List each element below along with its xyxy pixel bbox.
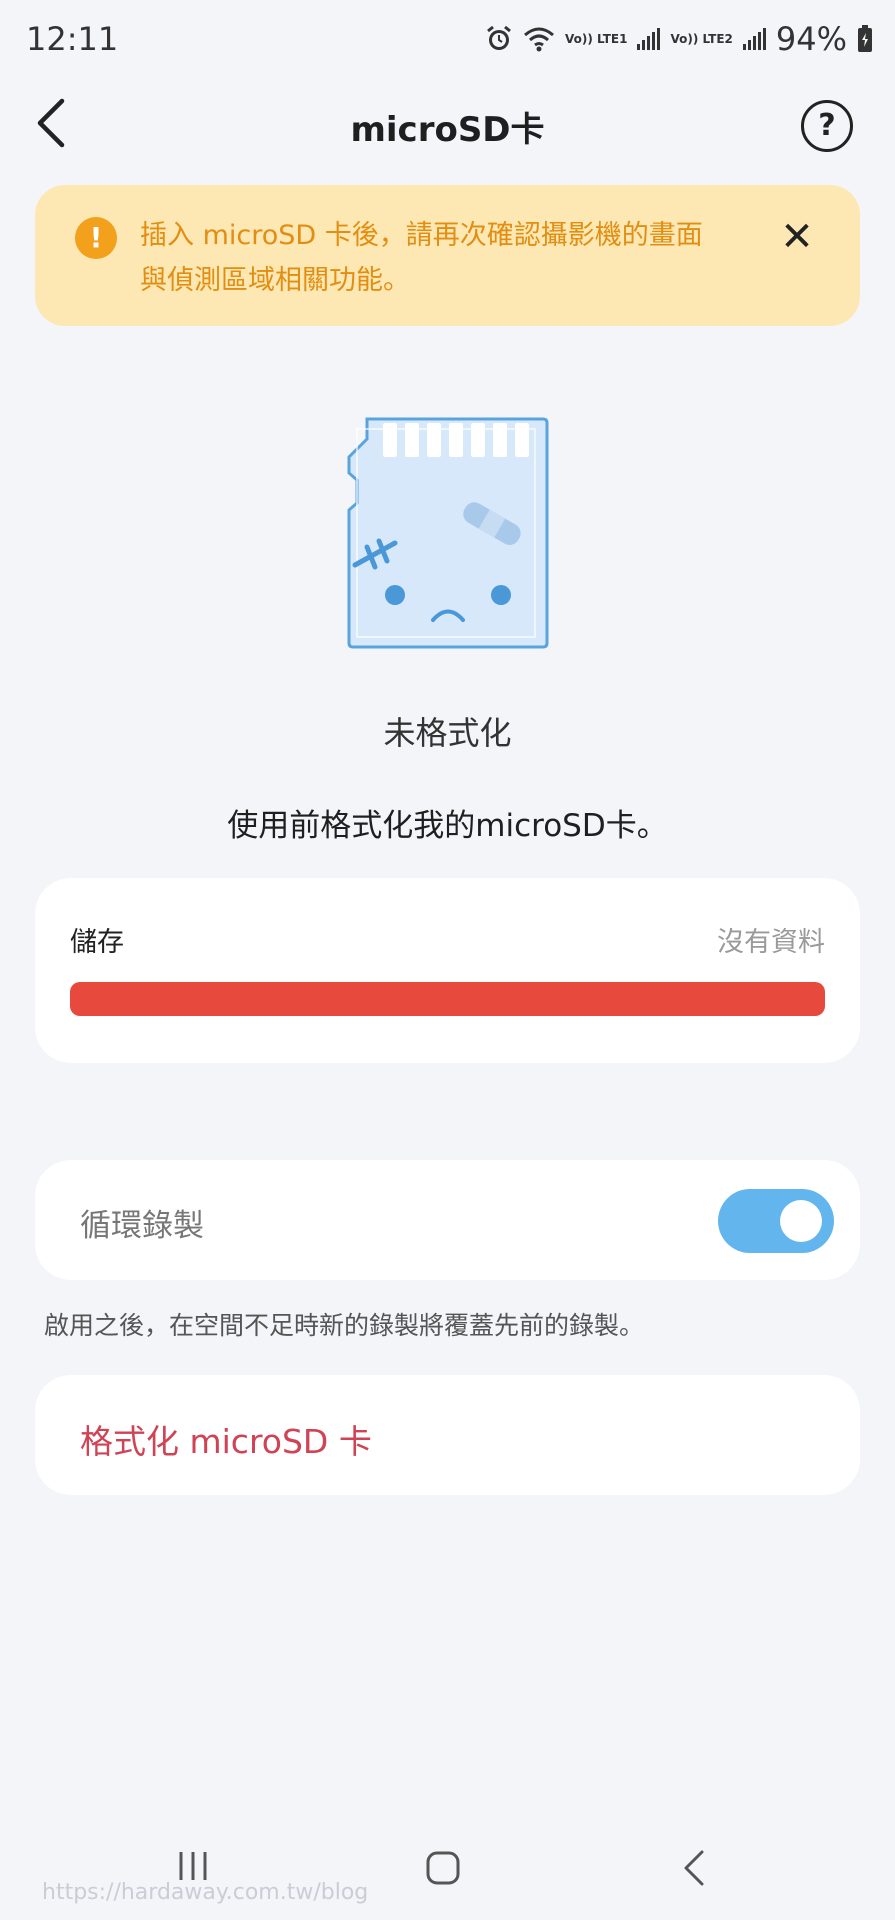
signal-1-icon [637, 28, 661, 50]
loop-recording-hint: 啟用之後，在空間不足時新的錄製將覆蓋先前的錄製。 [44, 1311, 645, 1340]
lte2-indicator: Vo)) LTE2 [670, 31, 733, 46]
system-back-button[interactable] [680, 1848, 708, 1888]
close-alert-button[interactable]: ✕ [775, 215, 819, 259]
card-status-title: 未格式化 [383, 714, 512, 752]
storage-label: 儲存 [70, 927, 124, 958]
help-button[interactable]: ? [801, 100, 853, 152]
loop-recording-toggle[interactable] [718, 1189, 834, 1253]
alarm-icon [487, 25, 511, 50]
loop-recording-row: 循環錄製 [35, 1160, 860, 1280]
battery-icon [858, 25, 872, 52]
toggle-knob [780, 1200, 822, 1242]
wifi-icon [524, 27, 555, 52]
format-sd-button[interactable]: 格式化 microSD 卡 [35, 1375, 860, 1495]
card-status-description: 使用前格式化我的microSD卡。 [227, 808, 668, 844]
status-icons: Vo)) LTE1 Vo)) LTE2 94% [485, 20, 873, 58]
storage-card: 儲存 沒有資料 [35, 878, 860, 1063]
status-time: 12:11 [26, 20, 119, 58]
loop-recording-label: 循環錄製 [80, 1208, 204, 1244]
page-title: microSD卡 [350, 110, 545, 150]
battery-percent: 94% [775, 20, 847, 58]
signal-2-icon [742, 28, 766, 50]
home-button[interactable] [425, 1850, 461, 1886]
storage-usage-bar [70, 982, 825, 1016]
watermark: https://hardaway.com.tw/blog [42, 1880, 369, 1905]
home-icon [426, 1851, 460, 1885]
format-sd-label: 格式化 microSD 卡 [80, 1422, 372, 1461]
back-nav-icon [684, 1850, 704, 1886]
broken-sd-card-illustration [345, 415, 551, 651]
alert-message: 插入 microSD 卡後，請再次確認攝影機的畫面與偵測區域相關功能。 [140, 220, 703, 296]
recent-apps-button[interactable] [175, 1850, 211, 1882]
recent-apps-icon [179, 1852, 207, 1880]
alert-banner: ! 插入 microSD 卡後，請再次確認攝影機的畫面與偵測區域相關功能。 ✕ [35, 185, 860, 326]
lte1-indicator: Vo)) LTE1 [565, 31, 628, 46]
warning-icon: ! [75, 217, 117, 259]
storage-value: 沒有資料 [717, 927, 825, 958]
